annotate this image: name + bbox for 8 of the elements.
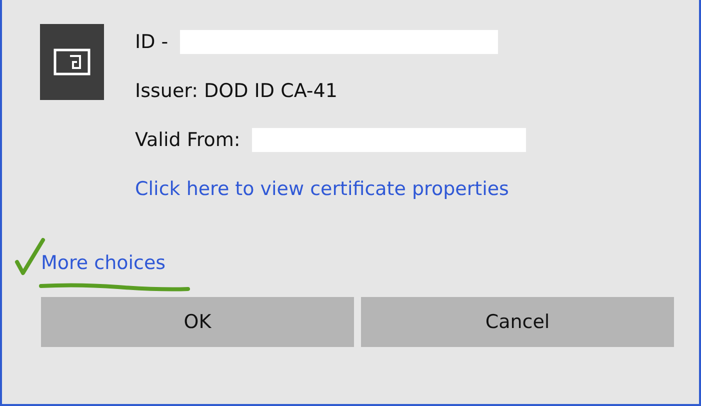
issuer-text: Issuer: DOD ID CA-41: [135, 80, 338, 102]
valid-from-label: Valid From:: [135, 129, 240, 151]
cancel-button[interactable]: Cancel: [361, 297, 674, 347]
ok-button[interactable]: OK: [41, 297, 354, 347]
certificate-properties-link[interactable]: Click here to view certificate properties: [135, 178, 509, 200]
more-choices-link[interactable]: More choices: [41, 252, 166, 274]
id-card-icon: [40, 24, 104, 100]
id-label: ID -: [135, 31, 168, 53]
